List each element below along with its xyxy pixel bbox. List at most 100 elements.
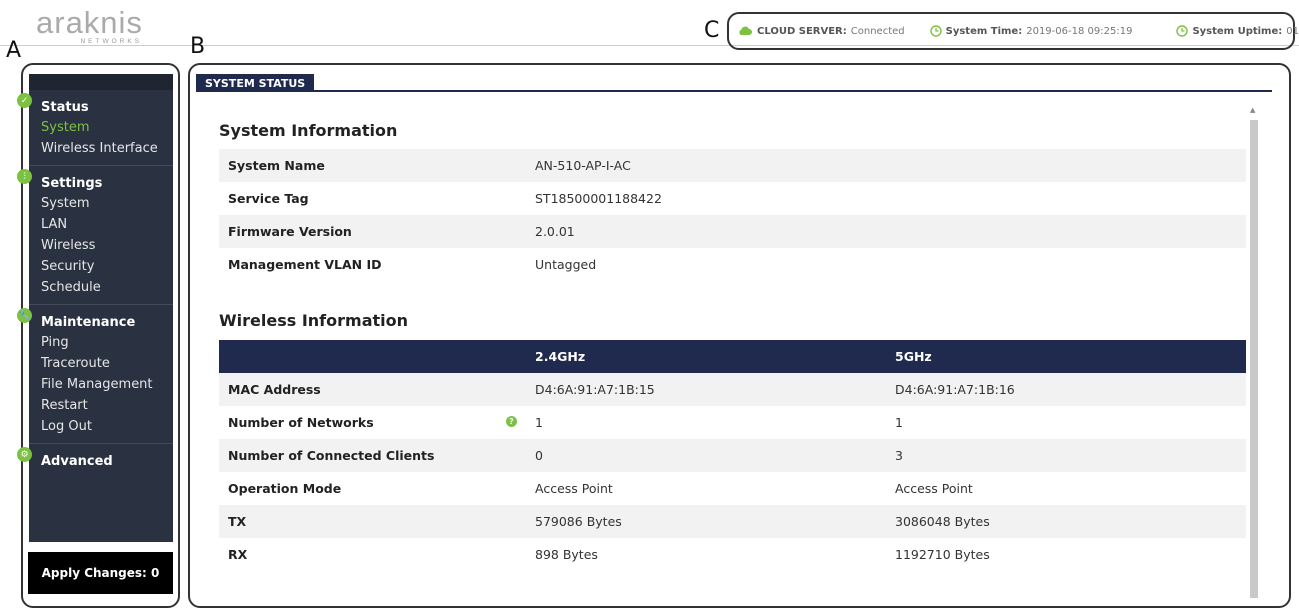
wireless-information-heading: Wireless Information bbox=[219, 311, 408, 330]
nav-traceroute[interactable]: Traceroute bbox=[29, 353, 173, 374]
table-row: RX 898 Bytes 1192710 Bytes bbox=[219, 538, 1246, 571]
nav-wireless[interactable]: Wireless bbox=[29, 235, 173, 256]
nav-settings-system[interactable]: System bbox=[29, 193, 173, 214]
table-row: Management VLAN ID Untagged bbox=[219, 248, 1246, 281]
value-2-4ghz: 579086 Bytes bbox=[526, 505, 886, 538]
callout-b: B bbox=[190, 34, 206, 59]
row-label: Service Tag bbox=[228, 191, 309, 206]
system-information-heading: System Information bbox=[219, 121, 398, 140]
section-label: Maintenance bbox=[41, 315, 136, 330]
table-row: Service Tag ST18500001188422 bbox=[219, 182, 1246, 215]
section-label: Advanced bbox=[41, 454, 113, 469]
wireless-information-table: 2.4GHz 5GHz MAC Address D4:6A:91:A7:1B:1… bbox=[219, 340, 1246, 571]
section-settings: ⫶ Settings System LAN Wireless Security … bbox=[17, 166, 173, 305]
value-5ghz: 3086048 Bytes bbox=[886, 505, 1246, 538]
table-row: System Name AN-510-AP-I-AC bbox=[219, 149, 1246, 182]
section-status: ✓ Status System Wireless Interface bbox=[17, 90, 173, 166]
value-5ghz: 3 bbox=[886, 439, 1246, 472]
table-row: TX 579086 Bytes 3086048 Bytes bbox=[219, 505, 1246, 538]
row-label: Management VLAN ID bbox=[228, 257, 382, 272]
clock-icon bbox=[929, 25, 942, 37]
section-maintenance: 🔧 Maintenance Ping Traceroute File Manag… bbox=[17, 305, 173, 444]
value-2-4ghz: 898 Bytes bbox=[535, 547, 598, 562]
table-row: Operation Mode Access Point Access Point bbox=[219, 472, 1246, 505]
section-title-status[interactable]: ✓ Status bbox=[17, 92, 173, 117]
row-label: Number of Connected Clients bbox=[219, 439, 526, 472]
gear-icon: ⚙ bbox=[17, 447, 32, 462]
vertical-scrollbar[interactable]: ▲ bbox=[1248, 106, 1260, 598]
value-2-4ghz: 1 bbox=[535, 415, 543, 430]
check-icon: ✓ bbox=[17, 93, 32, 108]
section-title-maintenance[interactable]: 🔧 Maintenance bbox=[17, 307, 173, 332]
column-header bbox=[219, 340, 526, 373]
row-value: AN-510-AP-I-AC bbox=[526, 149, 1246, 182]
nav-schedule[interactable]: Schedule bbox=[29, 277, 173, 298]
nav-ping[interactable]: Ping bbox=[29, 332, 173, 353]
system-information-table: System Name AN-510-AP-I-AC Service Tag S… bbox=[219, 149, 1246, 281]
table-header-row: 2.4GHz 5GHz bbox=[219, 340, 1246, 373]
row-value: 2.0.01 bbox=[526, 215, 1246, 248]
cloud-icon bbox=[739, 26, 752, 35]
row-label: MAC Address bbox=[219, 373, 526, 406]
nav-security[interactable]: Security bbox=[29, 256, 173, 277]
row-label: TX bbox=[219, 505, 526, 538]
row-label: Number of Networks bbox=[228, 415, 374, 430]
sidebar-nav: ✓ Status System Wireless Interface ⫶ Set… bbox=[17, 74, 173, 542]
nav-wireless-interface[interactable]: Wireless Interface bbox=[29, 138, 173, 159]
callout-a: A bbox=[6, 38, 22, 63]
time-label: System Time: bbox=[945, 25, 1023, 37]
section-title-settings[interactable]: ⫶ Settings bbox=[17, 168, 173, 193]
uptime-value: 01:07:43 bbox=[1286, 25, 1299, 37]
row-label: RX bbox=[228, 547, 248, 562]
nav-lan[interactable]: LAN bbox=[29, 214, 173, 235]
row-label: Firmware Version bbox=[219, 215, 526, 248]
clock-icon bbox=[1176, 25, 1189, 37]
value-2-4ghz: Access Point bbox=[535, 481, 613, 496]
section-advanced: ⚙ Advanced bbox=[17, 444, 173, 477]
table-row: Number of Connected Clients 0 3 bbox=[219, 439, 1246, 472]
tab-system-status: SYSTEM STATUS bbox=[196, 74, 315, 91]
scroll-up-arrow-icon[interactable]: ▲ bbox=[1250, 106, 1255, 114]
section-title-advanced[interactable]: ⚙ Advanced bbox=[17, 446, 173, 471]
value-5ghz: D4:6A:91:A7:1B:16 bbox=[886, 373, 1246, 406]
nav-restart[interactable]: Restart bbox=[29, 395, 173, 416]
system-uptime: System Uptime: 01:07:43 bbox=[1176, 25, 1299, 37]
sidebar-top-bar bbox=[29, 74, 173, 90]
column-header-2-4ghz: 2.4GHz bbox=[526, 340, 886, 373]
araknis-logo: araknis NETWORKS bbox=[36, 5, 146, 45]
nav-log-out[interactable]: Log Out bbox=[29, 416, 173, 437]
system-time: System Time: 2019-06-18 09:25:19 bbox=[929, 25, 1133, 37]
nav-status-system[interactable]: System bbox=[29, 117, 173, 138]
column-header-5ghz: 5GHz bbox=[886, 340, 1246, 373]
row-value: Untagged bbox=[535, 257, 597, 272]
cloud-value: Connected bbox=[850, 25, 905, 37]
logo-text: araknis bbox=[36, 5, 143, 40]
value-2-4ghz: 0 bbox=[526, 439, 886, 472]
row-label-with-help: Number of Networks ? bbox=[219, 406, 526, 439]
table-row: MAC Address D4:6A:91:A7:1B:15 D4:6A:91:A… bbox=[219, 373, 1246, 406]
row-label: System Name bbox=[219, 149, 526, 182]
nav-file-management[interactable]: File Management bbox=[29, 374, 173, 395]
apply-changes-button[interactable]: Apply Changes: 0 bbox=[28, 552, 173, 594]
value-5ghz: 1 bbox=[895, 415, 903, 430]
section-label: Settings bbox=[41, 176, 103, 191]
wrench-icon: 🔧 bbox=[17, 308, 32, 323]
system-status-panel: System Information System Name AN-510-AP… bbox=[196, 92, 1272, 600]
cloud-status: CLOUD SERVER: Connected bbox=[737, 26, 905, 37]
uptime-label: System Uptime: bbox=[1192, 25, 1283, 37]
row-value: ST18500001188422 bbox=[535, 191, 662, 206]
callout-c: C bbox=[704, 18, 720, 43]
header-status-bar: CLOUD SERVER: Connected System Time: 201… bbox=[727, 12, 1299, 50]
value-2-4ghz: D4:6A:91:A7:1B:15 bbox=[526, 373, 886, 406]
row-label: Operation Mode bbox=[228, 481, 342, 496]
scrollbar-thumb[interactable] bbox=[1250, 120, 1258, 598]
value-5ghz: Access Point bbox=[895, 481, 973, 496]
value-5ghz: 1192710 Bytes bbox=[895, 547, 990, 562]
cloud-label: CLOUD SERVER: bbox=[757, 25, 847, 37]
table-row: Number of Networks ? 1 1 bbox=[219, 406, 1246, 439]
sliders-icon: ⫶ bbox=[17, 169, 32, 184]
table-row: Firmware Version 2.0.01 bbox=[219, 215, 1246, 248]
section-label: Status bbox=[41, 100, 89, 115]
time-value: 2019-06-18 09:25:19 bbox=[1026, 25, 1133, 37]
help-icon[interactable]: ? bbox=[506, 416, 517, 427]
